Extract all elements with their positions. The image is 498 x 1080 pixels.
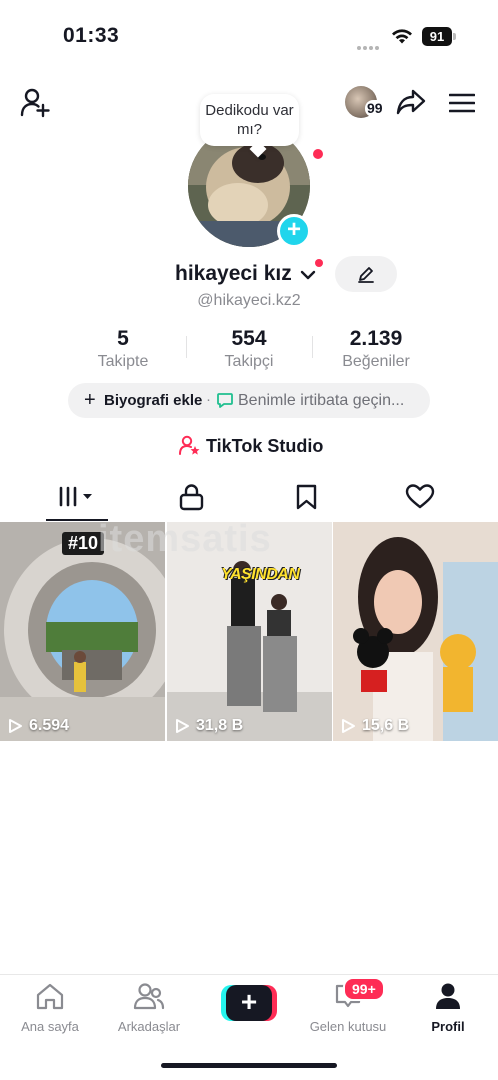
videos-grid-tab-icon[interactable] [57,480,99,522]
chevron-down-icon[interactable] [299,266,317,284]
view-count-value: 6.594 [29,717,70,734]
contact-me-button[interactable]: Benimle irtibata geçin... [238,392,418,410]
play-icon [9,719,22,733]
menu-icon[interactable] [449,92,475,114]
home-icon [36,983,64,1010]
view-count-value: 15,6 B [362,717,410,734]
message-icon [217,393,233,408]
nav-home-label: Ana sayfa [21,1019,79,1034]
user-handle: @hikayeci.kz2 [197,292,301,309]
view-count: 15,6 B [341,717,409,735]
edit-profile-button[interactable] [335,256,397,292]
following-label: Takipte [97,353,149,370]
share-icon[interactable] [396,88,426,116]
nav-inbox-label: Gelen kutusu [309,1019,387,1034]
lock-icon[interactable] [178,480,206,522]
username: hikayeci kız [175,262,292,285]
likes-stat[interactable]: 2.139 Beğeniler [316,327,436,373]
view-count: 31,8 B [175,717,243,735]
inbox-badge: 99+ [343,977,385,1001]
view-count: 6.594 [8,717,69,735]
view-count-value: 31,8 B [196,717,244,734]
tiktok-studio-icon[interactable] [179,435,201,457]
pencil-icon [358,267,374,283]
home-indicator[interactable] [161,1063,337,1068]
followers-stat[interactable]: 554 Takipçi [189,327,309,373]
followers-label: Takipçi [224,353,274,370]
bio-separator: · [206,391,211,408]
nav-divider [0,974,498,975]
add-bio-button[interactable]: Biyografi ekle [104,392,202,409]
battery-level: 91 [422,27,452,46]
nav-home[interactable]: Ana sayfa [0,982,100,1034]
likes-count: 2.139 [349,327,403,350]
video-caption: YAŞINDAN [221,566,300,583]
friends-count-badge: 99 [365,100,385,117]
plus-icon: + [226,985,272,1021]
friends-activity-button[interactable]: 99 [345,86,387,120]
stat-divider [312,336,313,358]
play-icon [342,719,355,733]
tiktok-studio-link[interactable]: TikTok Studio [206,436,323,457]
friends-icon [133,983,165,1010]
add-friend-icon[interactable] [20,88,52,118]
cellular-signal-icon [357,37,381,50]
watermark-logo: itemsatis [98,518,272,560]
likes-label: Beğeniler [342,353,410,370]
status-bubble[interactable]: Dedikodu var mı? [200,94,299,146]
heart-icon[interactable] [405,480,435,522]
status-time: 01:33 [63,24,120,47]
followers-count: 554 [231,327,267,350]
following-count: 5 [117,327,129,350]
create-button[interactable]: + [221,985,277,1021]
add-story-button[interactable]: + [277,214,311,248]
wifi-icon [392,29,412,44]
nav-friends[interactable]: Arkadaşlar [99,982,199,1034]
nav-profile[interactable]: Profil [398,982,498,1034]
stat-divider [186,336,187,358]
bookmark-icon[interactable] [294,480,320,522]
notification-dot [313,149,323,159]
profile-icon [436,983,460,1009]
nav-profile-label: Profil [431,1019,465,1034]
following-stat[interactable]: 5 Takipte [63,327,183,373]
plus-icon[interactable]: + [84,390,96,410]
nav-friends-label: Arkadaşlar [117,1019,181,1034]
battery-icon: 91 [422,27,456,46]
account-notification-dot [315,259,323,267]
play-icon [176,719,189,733]
